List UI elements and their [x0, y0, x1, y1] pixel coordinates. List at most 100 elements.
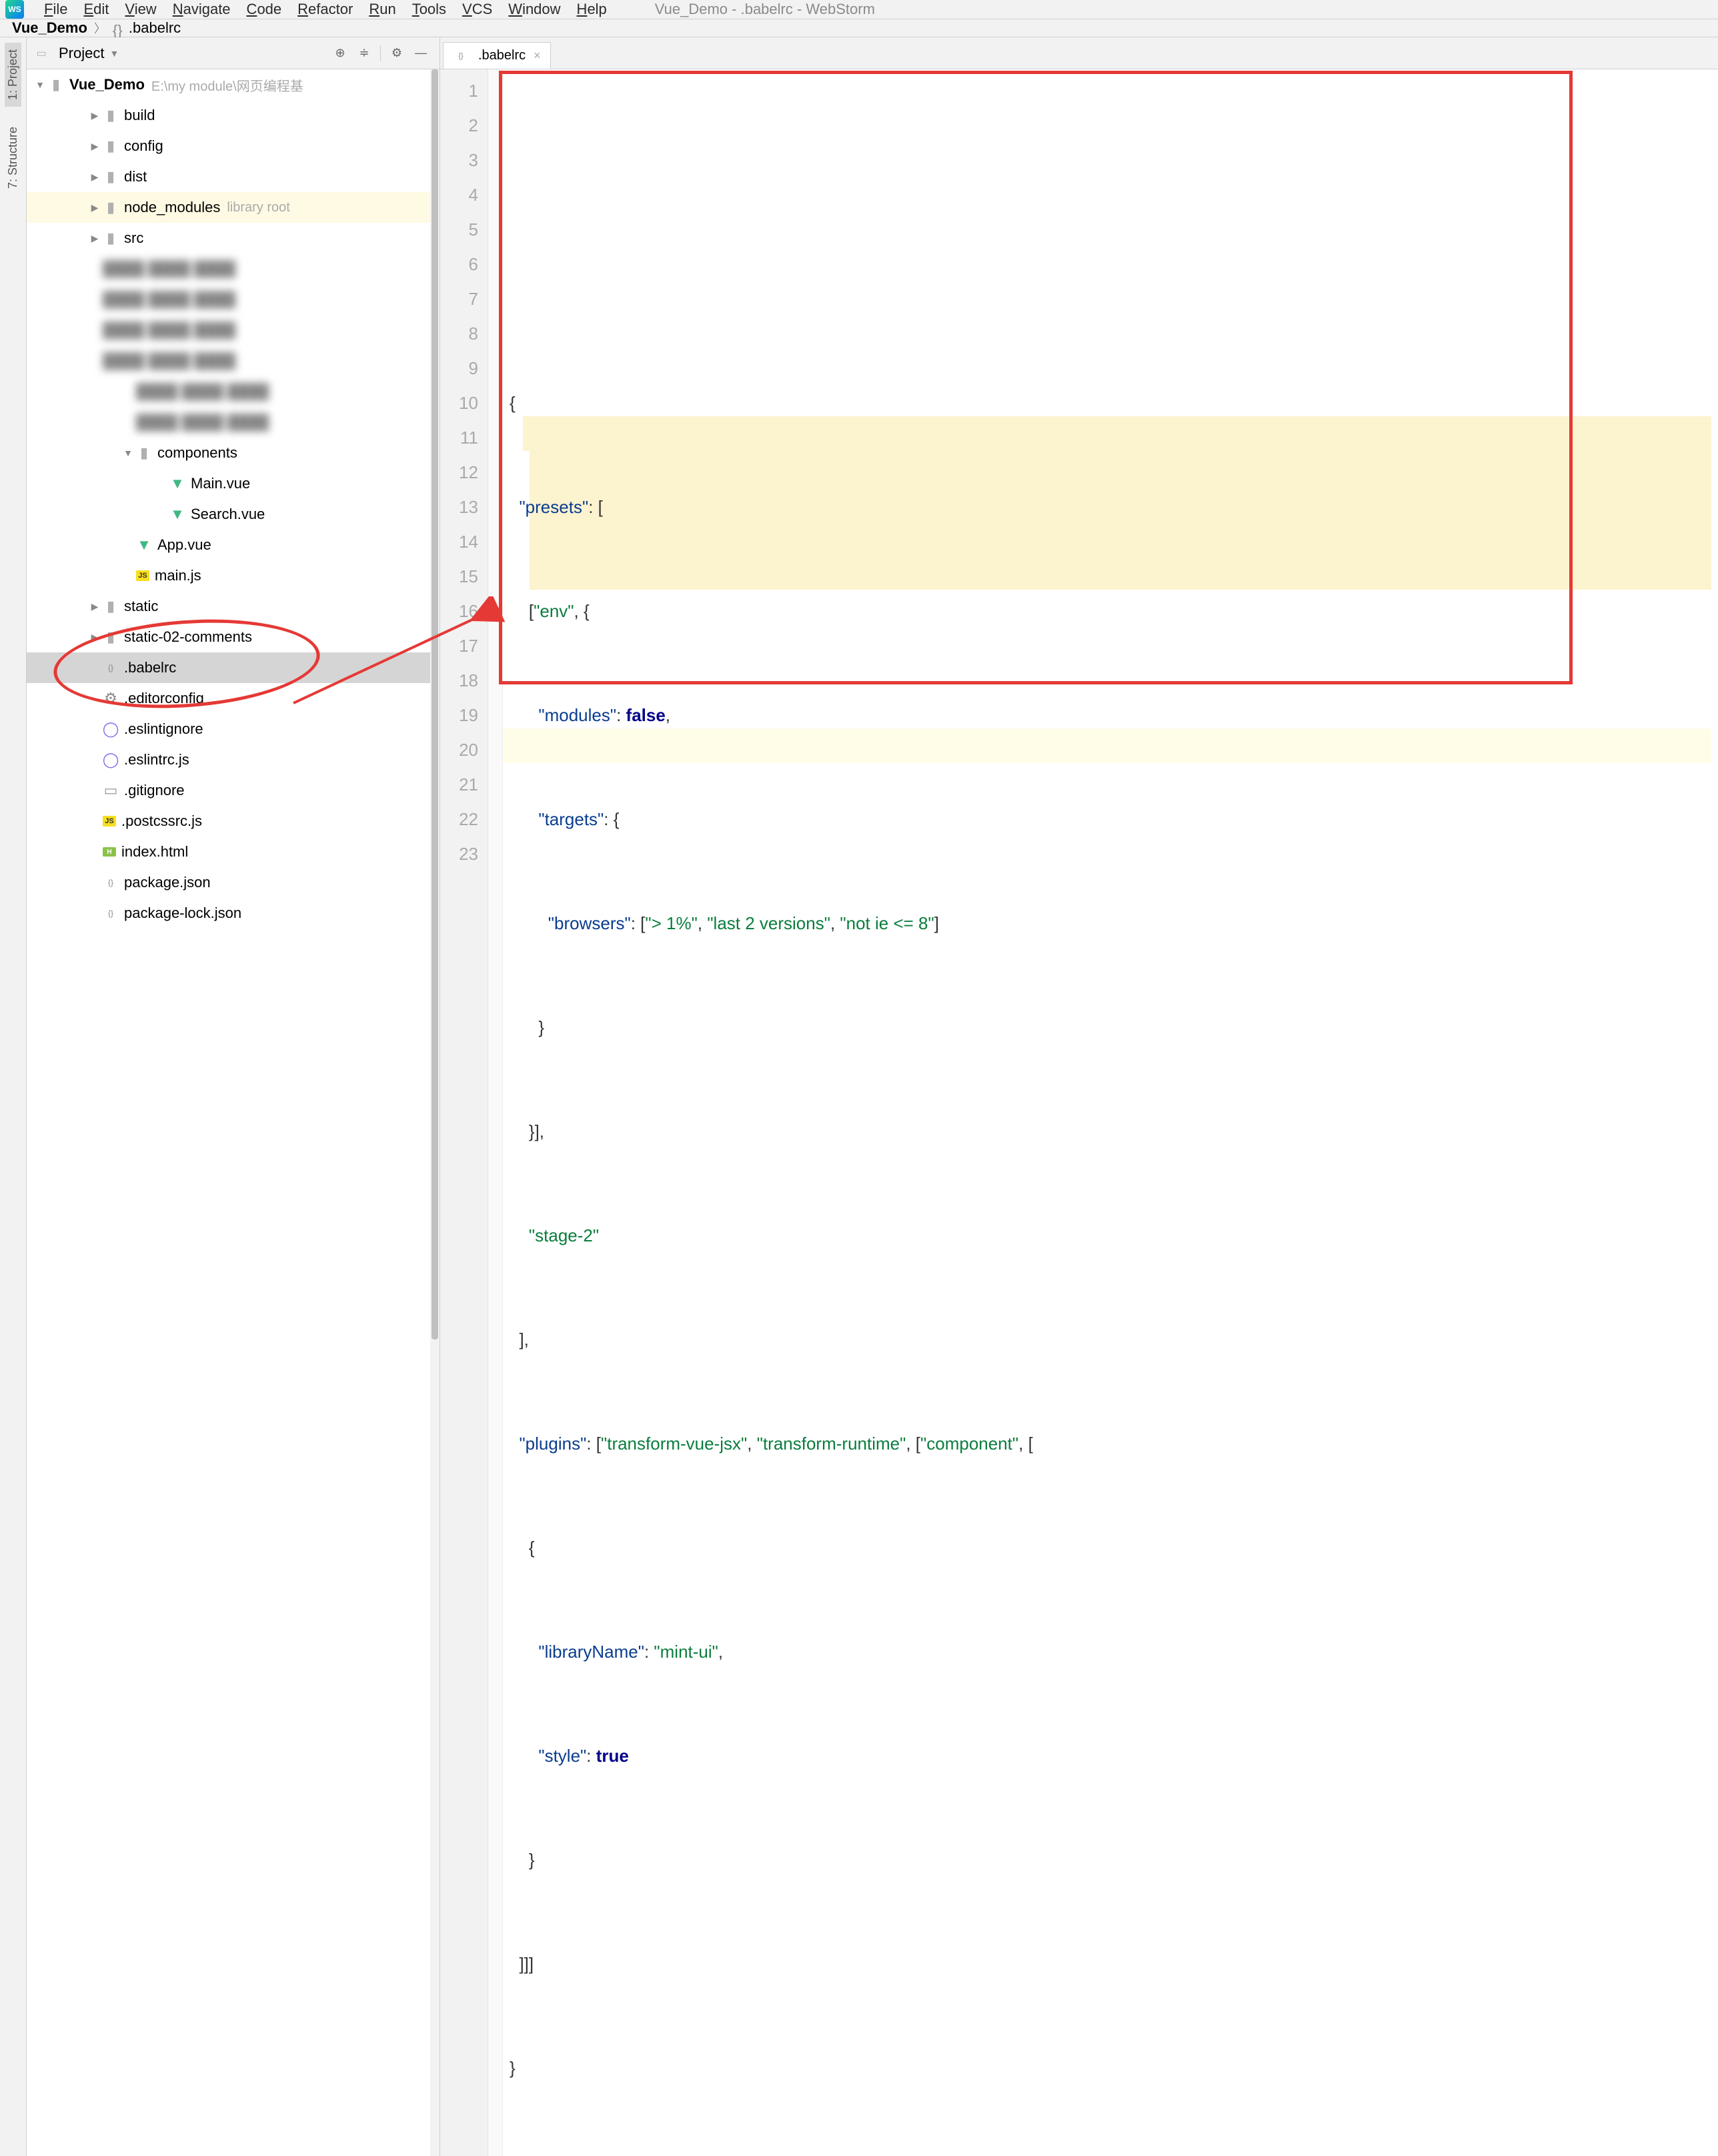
line-number: 6	[440, 247, 478, 282]
menu-navigate[interactable]: Navigate	[165, 0, 239, 20]
tree-item[interactable]: {} package-lock.json	[27, 898, 440, 929]
code-area[interactable]: { "presets": [ ["env", { "modules": fals…	[503, 69, 1718, 2156]
divider	[380, 45, 381, 61]
menu-window[interactable]: Window	[500, 0, 568, 20]
line-number: 10	[440, 386, 478, 420]
editor-tab-babelrc[interactable]: {} .babelrc ×	[443, 42, 551, 69]
project-tool-tab[interactable]: 1: Project	[5, 43, 21, 107]
tree-item-label: Search.vue	[191, 506, 265, 523]
redacted-item: ████ ████ ████	[103, 352, 235, 370]
tree-root-name: Vue_Demo	[69, 76, 145, 93]
fold-gutter[interactable]	[488, 69, 503, 2156]
line-number: 2	[440, 108, 478, 143]
project-tree[interactable]: ▼ ▮ Vue_Demo E:\my module\网页编程基 ▶▮build▶…	[27, 69, 440, 2156]
chevron-right-icon[interactable]: ▶	[87, 632, 103, 643]
close-tab-icon[interactable]: ×	[534, 49, 541, 63]
chevron-down-icon[interactable]: ▼	[120, 448, 136, 458]
tree-item[interactable]: {}package.json	[27, 867, 440, 898]
locate-icon[interactable]: ⊕	[331, 44, 349, 63]
menu-file[interactable]: File	[36, 0, 75, 20]
tree-root[interactable]: ▼ ▮ Vue_Demo E:\my module\网页编程基	[27, 69, 440, 100]
tree-item[interactable]: ▼▮components	[27, 438, 440, 468]
line-number: 22	[440, 802, 478, 837]
tree-item[interactable]: ▶▮ config	[27, 131, 440, 161]
menu-refactor[interactable]: Refactor	[289, 0, 361, 20]
tree-item[interactable]: {}.babelrc	[27, 652, 440, 683]
line-number: 11	[440, 420, 478, 455]
html-icon: H	[103, 847, 116, 857]
folder-icon: ▮	[103, 138, 119, 154]
tree-item[interactable]: ◯.eslintrc.js	[27, 744, 440, 775]
chevron-right-icon[interactable]: ▶	[87, 202, 103, 213]
hide-icon[interactable]: —	[411, 44, 430, 63]
line-number: 16	[440, 594, 478, 628]
tree-item[interactable]: ▼Main.vue	[27, 468, 440, 499]
breadcrumb-root[interactable]: Vue_Demo	[12, 19, 87, 37]
tree-item-label: package-lock.json	[124, 905, 241, 922]
tree-item[interactable]: ▶▮static	[27, 591, 440, 622]
line-number: 9	[440, 351, 478, 386]
tree-item-label: .postcssrc.js	[121, 813, 202, 830]
menu-view[interactable]: View	[117, 0, 164, 20]
chevron-right-icon[interactable]: ▶	[87, 110, 103, 121]
chevron-right-icon[interactable]: ▶	[87, 141, 103, 152]
folder-icon: ▮	[136, 445, 152, 461]
menu-edit[interactable]: Edit	[75, 0, 117, 20]
menu-code[interactable]: Code	[239, 0, 290, 20]
tree-item[interactable]: ⚙.editorconfig	[27, 683, 440, 714]
tree-item[interactable]: Hindex.html	[27, 837, 440, 867]
menu-tools[interactable]: Tools	[404, 0, 454, 20]
tree-item-label: .editorconfig	[124, 690, 204, 707]
breadcrumb: Vue_Demo 〉 {} .babelrc	[0, 19, 1718, 37]
project-panel-title[interactable]: Project	[59, 45, 104, 62]
collapse-all-icon[interactable]: ≑	[355, 44, 373, 63]
breadcrumb-file[interactable]: .babelrc	[129, 19, 181, 37]
tree-item[interactable]: ████ ████ ████	[27, 284, 440, 315]
line-number: 18	[440, 663, 478, 698]
menu-bar: WS FileEditViewNavigateCodeRefactorRunTo…	[0, 0, 1718, 19]
chevron-down-icon[interactable]: ▼	[32, 79, 48, 90]
tree-item[interactable]: ▶▮src	[27, 223, 440, 253]
chevron-right-icon[interactable]: ▶	[87, 601, 103, 612]
line-number: 15	[440, 559, 478, 594]
tree-item[interactable]: ████ ████ ████	[27, 376, 440, 407]
tree-item-label: config	[124, 137, 163, 155]
dropdown-arrow-icon[interactable]: ▼	[109, 48, 119, 59]
menu-run[interactable]: Run	[361, 0, 403, 20]
line-number: 21	[440, 767, 478, 802]
gear-icon[interactable]: ⚙	[387, 44, 406, 63]
tree-item[interactable]: ◯ .eslintignore	[27, 714, 440, 744]
tree-item[interactable]: ████ ████ ████	[27, 346, 440, 376]
folder-icon: ▮	[103, 629, 119, 645]
chevron-right-icon[interactable]: ▶	[87, 233, 103, 244]
tree-item[interactable]: ████ ████ ████	[27, 315, 440, 346]
tree-item[interactable]: JSmain.js	[27, 560, 440, 591]
chevron-right-icon[interactable]: ▶	[87, 171, 103, 183]
scrollbar[interactable]	[430, 69, 440, 2156]
tree-item[interactable]: JS.postcssrc.js	[27, 806, 440, 837]
eslint-icon: ◯	[103, 721, 119, 737]
scrollbar-thumb[interactable]	[432, 69, 438, 1339]
tree-item[interactable]: ▶▮static-02-comments	[27, 622, 440, 652]
tree-item-label: package.json	[124, 874, 211, 891]
tree-item[interactable]: ████ ████ ████	[27, 407, 440, 438]
tree-item[interactable]: ▼Search.vue	[27, 499, 440, 530]
tree-item[interactable]: ▶▮dist	[27, 161, 440, 192]
structure-tool-tab[interactable]: 7: Structure	[5, 120, 21, 195]
json-icon: {}	[103, 905, 119, 921]
annotation-box	[499, 71, 1573, 684]
js-icon: JS	[136, 570, 149, 581]
line-number: 13	[440, 490, 478, 524]
diff-highlight	[523, 416, 1711, 451]
redacted-item: ████ ████ ████	[103, 322, 235, 339]
menu-vcs[interactable]: VCS	[454, 0, 500, 20]
tree-item[interactable]: ▶▮node_moduleslibrary root	[27, 192, 440, 223]
tree-item[interactable]: ▼App.vue	[27, 530, 440, 560]
tree-item-label: .eslintignore	[124, 720, 203, 738]
menu-help[interactable]: Help	[569, 0, 615, 20]
tree-item[interactable]: ▶▮build	[27, 100, 440, 131]
folder-icon: ▮	[103, 230, 119, 246]
editor-body[interactable]: 1234567891011121314151617181920212223 { …	[440, 69, 1718, 2156]
tree-item[interactable]: ▭.gitignore	[27, 775, 440, 806]
tree-item[interactable]: ████ ████ ████	[27, 253, 440, 284]
